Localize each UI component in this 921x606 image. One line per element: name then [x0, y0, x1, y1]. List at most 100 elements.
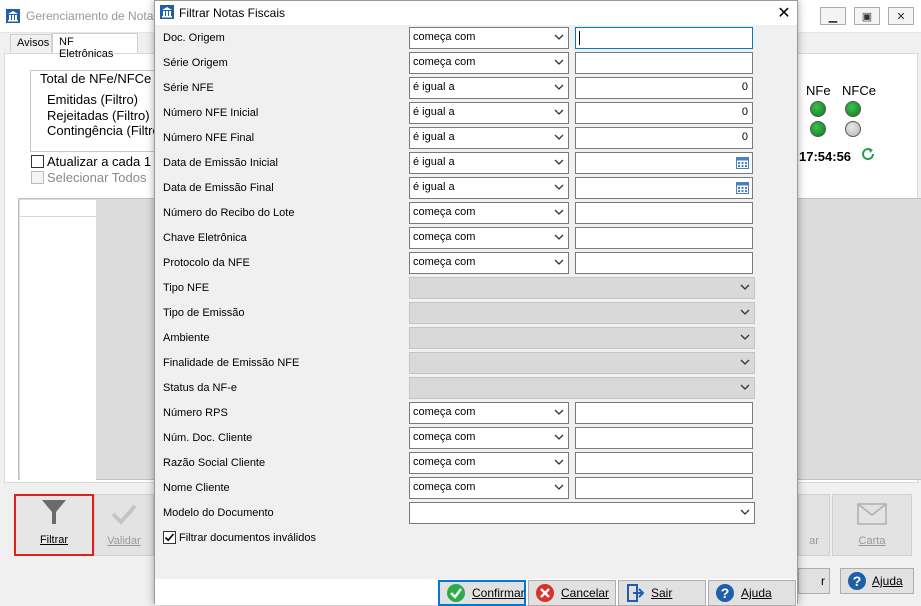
field-13-select[interactable]: [409, 352, 755, 374]
auto-update-label: Atualizar a cada 1: [47, 154, 152, 169]
invalid-docs-checkbox[interactable]: [163, 531, 176, 544]
field-5-value-input[interactable]: [575, 152, 753, 174]
invalid-docs-row: Filtrar documentos inválidos: [163, 531, 316, 544]
sair-label: Sair: [651, 586, 673, 600]
filter-icon: [42, 500, 66, 524]
enviar-button[interactable]: ar: [798, 494, 830, 556]
operator-value: começa com: [413, 31, 476, 43]
field-11-select[interactable]: [409, 302, 755, 324]
field-14-select[interactable]: [409, 377, 755, 399]
field-6-value-input[interactable]: [575, 177, 753, 199]
field-15-value-input[interactable]: [575, 402, 753, 424]
enviar-label: ar: [809, 535, 819, 547]
chevron-down-icon: [740, 334, 750, 340]
field-8-operator-select[interactable]: começa com: [409, 227, 569, 249]
contingencia-label: Contingência (Filtro: [47, 123, 160, 138]
nfe-status-led-2: [810, 121, 826, 137]
cancelar-button[interactable]: Cancelar: [528, 580, 616, 606]
filtrar-button[interactable]: Filtrar: [14, 494, 94, 556]
field-7-label: Número do Recibo do Lote: [163, 207, 295, 219]
field-1-label: Série Origem: [163, 57, 228, 69]
dialog-close-button[interactable]: ✕: [773, 2, 795, 24]
maximize-button[interactable]: ▣: [854, 7, 880, 25]
field-16-operator-select[interactable]: começa com: [409, 427, 569, 449]
select-all-checkbox[interactable]: [31, 171, 44, 184]
confirmar-label: Confirmar: [472, 586, 525, 600]
field-18-value-input[interactable]: [575, 477, 753, 499]
field-6-operator-select[interactable]: é igual a: [409, 177, 569, 199]
auto-update-row: Atualizar a cada 1: [31, 154, 151, 169]
cancelar-label: Cancelar: [561, 586, 610, 600]
operator-value: começa com: [413, 206, 476, 218]
chevron-down-icon: [554, 184, 564, 190]
nfce-status-header: NFCe: [842, 83, 876, 98]
field-14-label: Status da NF-e: [163, 382, 237, 394]
field-0-value-input[interactable]: [575, 27, 753, 49]
cancel-x-icon: [536, 584, 554, 602]
background-footer-button[interactable]: r: [798, 568, 830, 594]
minimize-button[interactable]: ▁: [820, 7, 846, 25]
calendar-icon[interactable]: [736, 181, 749, 194]
field-4-label: Número NFE Final: [163, 132, 255, 144]
exit-door-icon: [627, 584, 645, 602]
field-7-operator-select[interactable]: começa com: [409, 202, 569, 224]
input-value: 0: [741, 81, 748, 93]
text-caret: [579, 31, 580, 45]
field-15-label: Número RPS: [163, 407, 228, 419]
field-9-value-input[interactable]: [575, 252, 753, 274]
operator-value: é igual a: [413, 106, 455, 118]
chevron-down-icon: [554, 259, 564, 265]
chevron-down-icon: [740, 359, 750, 365]
field-12-select[interactable]: [409, 327, 755, 349]
field-19-select[interactable]: [409, 502, 755, 524]
select-all-label: Selecionar Todos: [47, 170, 147, 185]
checkmark-icon: [164, 533, 175, 542]
background-ajuda-button[interactable]: ? Ajuda: [840, 568, 914, 594]
field-2-value-input[interactable]: 0: [575, 77, 753, 99]
confirm-check-icon: [447, 584, 465, 602]
field-2-label: Série NFE: [163, 82, 214, 94]
operator-value: começa com: [413, 456, 476, 468]
field-0-operator-select[interactable]: começa com: [409, 27, 569, 49]
field-17-operator-select[interactable]: começa com: [409, 452, 569, 474]
confirmar-button[interactable]: Confirmar: [438, 580, 526, 606]
calendar-icon[interactable]: [736, 156, 749, 169]
tab-nf-eletronicas[interactable]: NF Eletrônicas: [52, 33, 138, 60]
carta-button[interactable]: Carta: [832, 494, 912, 556]
input-value: 0: [741, 106, 748, 118]
field-10-label: Tipo NFE: [163, 282, 210, 294]
field-3-operator-select[interactable]: é igual a: [409, 102, 569, 124]
totals-group-label: Total de NFe/NFCe: [38, 71, 154, 86]
field-4-value-input[interactable]: 0: [575, 127, 753, 149]
field-5-operator-select[interactable]: é igual a: [409, 152, 569, 174]
chevron-down-icon: [554, 59, 564, 65]
field-9-operator-select[interactable]: começa com: [409, 252, 569, 274]
chevron-down-icon: [554, 234, 564, 240]
field-17-value-input[interactable]: [575, 452, 753, 474]
field-16-value-input[interactable]: [575, 427, 753, 449]
field-0-label: Doc. Origem: [163, 32, 225, 44]
close-window-button[interactable]: ✕: [888, 7, 914, 25]
field-8-value-input[interactable]: [575, 227, 753, 249]
field-7-value-input[interactable]: [575, 202, 753, 224]
field-3-value-input[interactable]: 0: [575, 102, 753, 124]
filter-dialog: Filtrar Notas Fiscais ✕ Doc. Origem começ…: [154, 0, 798, 605]
refresh-icon[interactable]: [860, 146, 876, 162]
chevron-down-icon: [554, 159, 564, 165]
validar-button[interactable]: Validar: [94, 494, 154, 556]
field-1-operator-select[interactable]: começa com: [409, 52, 569, 74]
field-1-value-input[interactable]: [575, 52, 753, 74]
field-13-label: Finalidade de Emissão NFE: [163, 357, 300, 369]
chevron-down-icon: [554, 34, 564, 40]
sair-button[interactable]: Sair: [618, 580, 706, 606]
field-18-operator-select[interactable]: começa com: [409, 477, 569, 499]
field-4-operator-select[interactable]: é igual a: [409, 127, 569, 149]
field-2-operator-select[interactable]: é igual a: [409, 77, 569, 99]
ajuda-button[interactable]: ? Ajuda: [708, 580, 796, 606]
tab-avisos[interactable]: Avisos: [10, 34, 52, 52]
field-10-select[interactable]: [409, 277, 755, 299]
auto-update-checkbox[interactable]: [31, 155, 44, 168]
check-icon: [111, 504, 137, 525]
nfce-status-led-2: [845, 121, 861, 137]
field-15-operator-select[interactable]: começa com: [409, 402, 569, 424]
